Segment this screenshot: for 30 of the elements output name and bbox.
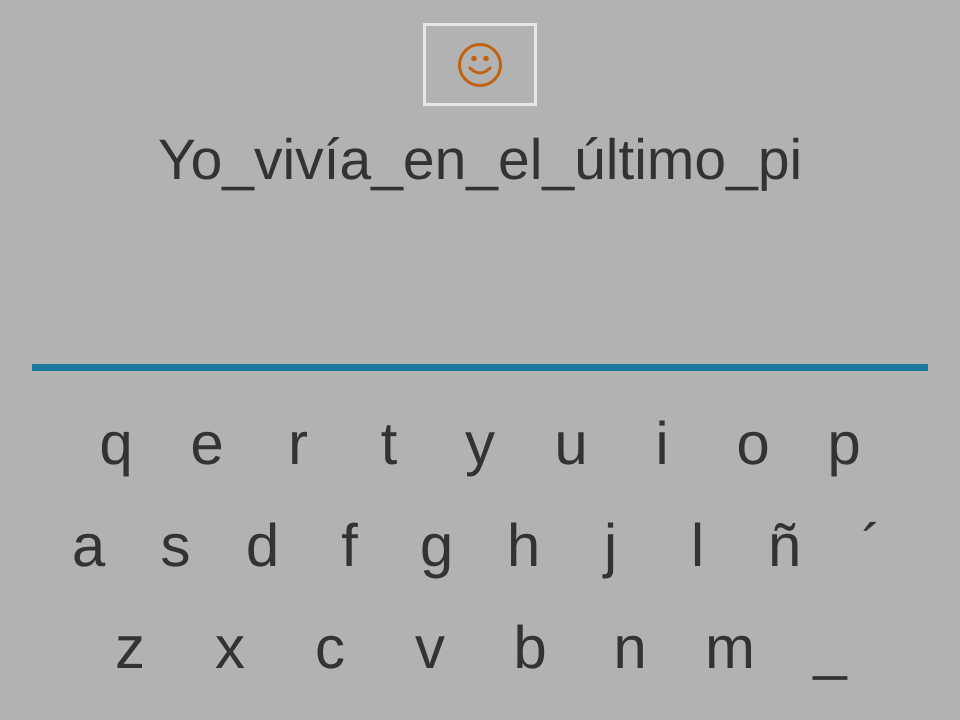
letter-key[interactable]: p	[798, 404, 890, 484]
hint-button[interactable]	[423, 23, 537, 106]
letter-key[interactable]: t	[344, 404, 434, 484]
letter-key[interactable]: ñ	[741, 506, 828, 586]
letter-key[interactable]: s	[132, 506, 219, 586]
letter-key[interactable]: _	[780, 608, 880, 688]
letter-key[interactable]: ´	[828, 506, 915, 586]
letter-key[interactable]: c	[280, 608, 380, 688]
letter-key[interactable]: j	[567, 506, 654, 586]
letter-key[interactable]: a	[45, 506, 132, 586]
letter-key[interactable]: x	[180, 608, 280, 688]
sentence-text: Yo_vivía_en_el_último_pi	[158, 128, 802, 194]
letter-key[interactable]: v	[380, 608, 480, 688]
letter-key[interactable]: d	[219, 506, 306, 586]
letter-key[interactable]: g	[393, 506, 480, 586]
letter-key[interactable]: y	[434, 404, 526, 484]
letter-key[interactable]: n	[580, 608, 680, 688]
letter-key[interactable]: i	[616, 404, 708, 484]
letter-key[interactable]: f	[306, 506, 393, 586]
letter-key[interactable]: z	[80, 608, 180, 688]
letter-key[interactable]: q	[70, 404, 162, 484]
letter-key[interactable]: r	[252, 404, 344, 484]
letter-key[interactable]: h	[480, 506, 567, 586]
smiley-icon	[457, 42, 503, 88]
letter-key[interactable]: u	[526, 404, 616, 484]
letter-key[interactable]: l	[654, 506, 741, 586]
letter-key[interactable]: o	[708, 404, 798, 484]
letter-key[interactable]: e	[162, 404, 252, 484]
letter-key[interactable]: b	[480, 608, 580, 688]
letter-key[interactable]: m	[680, 608, 780, 688]
